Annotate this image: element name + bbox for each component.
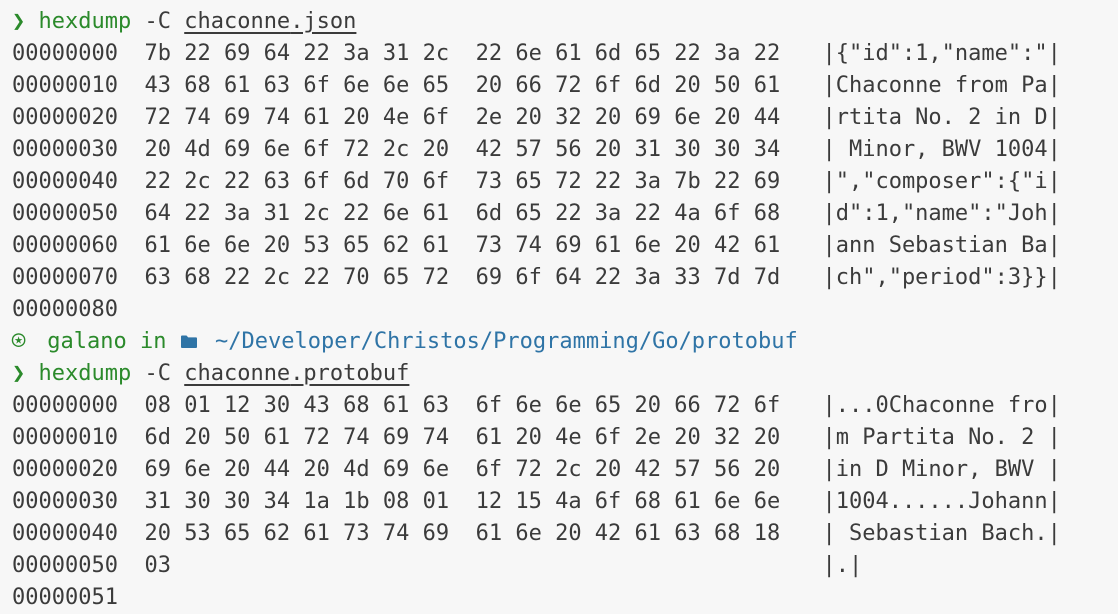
hex-bytes: 64 22 3a 31 2c 22 6e 61 6d 65 22 3a 22 4… [144, 201, 781, 226]
ascii-column: |{"id":1,"name":"| [822, 41, 1061, 66]
command-name: hexdump [38, 361, 132, 386]
ascii-column: |m Partita No. 2 | [822, 425, 1061, 450]
ascii-column: | Minor, BWV 1004| [822, 137, 1061, 162]
hex-bytes: 63 68 22 2c 22 70 65 72 69 6f 64 22 3a 3… [144, 265, 781, 290]
hexdump-row: 00000050 03 |.| [12, 550, 1118, 582]
hex-offset: 00000010 [12, 73, 118, 98]
hexdump-row: 00000030 20 4d 69 6e 6f 72 2c 20 42 57 5… [12, 134, 1118, 166]
ascii-column: |.| [822, 553, 863, 578]
file-argument: chaconne.protobuf [184, 361, 410, 386]
hex-offset: 00000000 [12, 393, 118, 418]
command-flag: -C [144, 9, 171, 34]
prompt-in-word: in [139, 329, 167, 354]
hexdump-output-protobuf: 00000000 08 01 12 30 43 68 61 63 6f 6e 6… [12, 390, 1118, 582]
hexdump-row: 00000030 31 30 30 34 1a 1b 08 01 12 15 4… [12, 486, 1118, 518]
ascii-column: |in D Minor, BWV | [822, 457, 1061, 482]
hexdump-row: 00000040 20 53 65 62 61 73 74 69 61 6e 2… [12, 518, 1118, 550]
command-name: hexdump [38, 9, 132, 34]
hex-bytes: 20 53 65 62 61 73 74 69 61 6e 20 42 61 6… [144, 521, 781, 546]
prompt-user: galano [47, 329, 127, 354]
ascii-column: |rtita No. 2 in D| [822, 105, 1061, 130]
prompt-path: ~/Developer/Christos/Programming/Go/prot… [214, 329, 798, 354]
hexdump-row: 00000040 22 2c 22 63 6f 6d 70 6f 73 65 7… [12, 166, 1118, 198]
hexdump-end-offset: 00000051 [12, 585, 118, 610]
hexdump-row: 00000020 69 6e 20 44 20 4d 69 6e 6f 72 2… [12, 454, 1118, 486]
hex-bytes: 22 2c 22 63 6f 6d 70 6f 73 65 72 22 3a 7… [144, 169, 781, 194]
ascii-column: |d":1,"name":"Joh| [822, 201, 1061, 226]
hex-bytes: 03 [144, 553, 171, 578]
hex-offset: 00000020 [12, 457, 118, 482]
hex-offset: 00000030 [12, 137, 118, 162]
hexdump-row: 00000010 43 68 61 63 6f 6e 6e 65 20 66 7… [12, 70, 1118, 102]
terminal-window[interactable]: ❯ hexdump -C chaconne.json 00000000 7b 2… [0, 0, 1118, 612]
prompt-context-line: ⍟ galano in ~/Developer/Christos/Program… [12, 326, 1118, 358]
hex-offset: 00000010 [12, 425, 118, 450]
hex-offset: 00000050 [12, 201, 118, 226]
prompt-chevron-icon: ❯ [12, 361, 26, 386]
hexdump-row: 00000050 64 22 3a 31 2c 22 6e 61 6d 65 2… [12, 198, 1118, 230]
hex-offset: 00000060 [12, 233, 118, 258]
hex-bytes: 7b 22 69 64 22 3a 31 2c 22 6e 61 6d 65 2… [144, 41, 781, 66]
hex-bytes: 6d 20 50 61 72 74 69 74 61 20 4e 6f 2e 2… [144, 425, 781, 450]
hex-offset: 00000040 [12, 169, 118, 194]
ascii-column: |Chaconne from Pa| [822, 73, 1061, 98]
ascii-column: |","composer":{"i| [822, 169, 1061, 194]
command-line-json: ❯ hexdump -C chaconne.json [12, 6, 1118, 38]
hex-offset: 00000040 [12, 521, 118, 546]
hex-bytes: 20 4d 69 6e 6f 72 2c 20 42 57 56 20 31 3… [144, 137, 781, 162]
hex-bytes: 69 6e 20 44 20 4d 69 6e 6f 72 2c 20 42 5… [144, 457, 781, 482]
command-flag: -C [144, 361, 171, 386]
hexdump-end-offset: 00000080 [12, 297, 118, 322]
hex-offset: 00000020 [12, 105, 118, 130]
hexdump-row: 00000000 08 01 12 30 43 68 61 63 6f 6e 6… [12, 390, 1118, 422]
hex-offset: 00000070 [12, 265, 118, 290]
hex-bytes: 61 6e 6e 20 53 65 62 61 73 74 69 61 6e 2… [144, 233, 781, 258]
hex-bytes: 43 68 61 63 6f 6e 6e 65 20 66 72 6f 6d 2… [144, 73, 781, 98]
hex-offset: 00000000 [12, 41, 118, 66]
hex-offset: 00000030 [12, 489, 118, 514]
hexdump-row: 00000010 6d 20 50 61 72 74 69 74 61 20 4… [12, 422, 1118, 454]
ascii-column: |...0Chaconne fro| [822, 393, 1061, 418]
hex-bytes: 08 01 12 30 43 68 61 63 6f 6e 6e 65 20 6… [144, 393, 781, 418]
command-line-protobuf: ❯ hexdump -C chaconne.protobuf [12, 358, 1118, 390]
hex-offset: 00000050 [12, 553, 118, 578]
ascii-column: |1004......Johann| [822, 489, 1061, 514]
hexdump-row: 00000070 63 68 22 2c 22 70 65 72 69 6f 6… [12, 262, 1118, 294]
ascii-column: |ch","period":3}}| [822, 265, 1061, 290]
user-circle-icon: ⍟ [12, 329, 26, 354]
ascii-column: | Sebastian Bach.| [822, 521, 1061, 546]
hexdump-row: 00000020 72 74 69 74 61 20 4e 6f 2e 20 3… [12, 102, 1118, 134]
hexdump-row: 00000060 61 6e 6e 20 53 65 62 61 73 74 6… [12, 230, 1118, 262]
hexdump-output-json: 00000000 7b 22 69 64 22 3a 31 2c 22 6e 6… [12, 38, 1118, 294]
hex-bytes: 72 74 69 74 61 20 4e 6f 2e 20 32 20 69 6… [144, 105, 781, 130]
folder-icon [180, 326, 202, 358]
ascii-column: |ann Sebastian Ba| [822, 233, 1061, 258]
file-argument: chaconne.json [184, 9, 357, 34]
hex-bytes: 31 30 30 34 1a 1b 08 01 12 15 4a 6f 68 6… [144, 489, 781, 514]
hexdump-row: 00000000 7b 22 69 64 22 3a 31 2c 22 6e 6… [12, 38, 1118, 70]
prompt-chevron-icon: ❯ [12, 9, 26, 34]
